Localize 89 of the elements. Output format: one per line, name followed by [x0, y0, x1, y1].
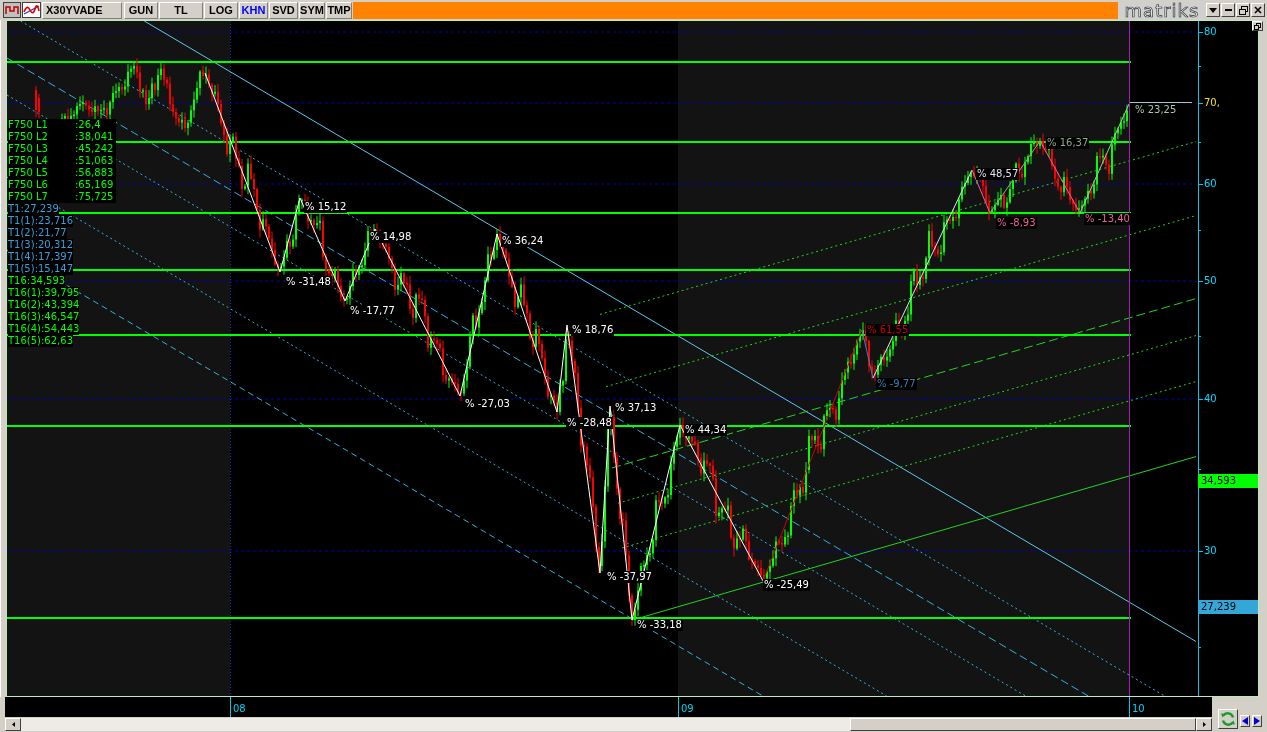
axis-label: 80: [1204, 26, 1217, 38]
level-name: F750 L4: [8, 155, 49, 167]
swing-label: % 15,12: [304, 201, 348, 213]
close-button[interactable]: [1251, 3, 1265, 17]
restore-icon: [1238, 5, 1248, 15]
level-name: F750 L5: [8, 167, 49, 179]
scroll-left-button[interactable]: [5, 718, 21, 731]
swing-label: % 18,76: [571, 324, 615, 336]
level-value: :45,242: [75, 143, 114, 155]
legend-text: T1(3):20,312: [8, 239, 73, 251]
swing-label: % 48,57: [976, 168, 1020, 180]
caret-icon: [1209, 7, 1217, 13]
swing-label: % -17,77: [349, 305, 396, 317]
swing-label: % -31,48: [285, 276, 332, 288]
caret-left-icon: [1242, 717, 1248, 725]
level-value: :38,041: [75, 131, 114, 143]
axis-label: 08: [230, 697, 246, 717]
level-value: :51,063: [75, 155, 114, 167]
refresh-button[interactable]: [1218, 709, 1238, 729]
close-icon: [1254, 6, 1262, 14]
swing-label: % 61,55: [866, 324, 910, 336]
minimize-icon: [1224, 9, 1232, 11]
toolbar-button[interactable]: SVD: [269, 1, 298, 19]
axis-label: 30: [1204, 545, 1217, 557]
toolbar-button[interactable]: GUN: [124, 1, 158, 19]
price-tag: 27,239: [1198, 600, 1258, 614]
caret-right-icon: [1254, 717, 1260, 725]
level-value: :56,883: [75, 167, 114, 179]
swing-label: % -37,97: [606, 571, 653, 583]
legend-text: T1:27,239: [8, 203, 59, 215]
swing-label: % -33,18: [636, 619, 683, 631]
swing-label: % -8,93: [996, 217, 1037, 229]
axis-label: 09: [678, 697, 694, 717]
legend-text: T1(4):17,397: [8, 251, 73, 263]
level-name: F750 L1: [8, 119, 49, 131]
level-name: F750 L6: [8, 179, 49, 191]
square-wave-icon[interactable]: [3, 2, 21, 18]
axis-label: 50: [1204, 275, 1217, 287]
legend-text: T16(2):43,394: [8, 299, 80, 311]
price-tag: 34,593: [1198, 474, 1258, 488]
axis-label: 60: [1204, 178, 1217, 190]
caret-left-icon: [11, 722, 15, 727]
legend-text: T16(4):54,443: [8, 323, 80, 335]
legend-text: T1(2):21,77: [8, 227, 67, 239]
scroll-right-button[interactable]: [1196, 718, 1212, 731]
swing-label: % 16,37: [1046, 137, 1090, 149]
swing-label: % -27,03: [464, 398, 511, 410]
level-name: F750 L7: [8, 191, 49, 203]
symbol-field[interactable]: X30YVADE: [42, 1, 122, 19]
swing-label: % 36,24: [501, 235, 545, 247]
toolbar-button[interactable]: SYM: [299, 1, 325, 19]
level-value: :65,169: [75, 179, 114, 191]
legend-text: T16(1):39,795: [8, 287, 80, 299]
legend-text: T16(3):46,547: [8, 311, 80, 323]
legend-text: T1(5):15,147: [8, 263, 73, 275]
dropdown-button[interactable]: [1206, 3, 1220, 17]
legend-text: T16:34,593: [8, 275, 66, 287]
swing-label: % 44,34: [684, 424, 728, 436]
swing-label: % -25,49: [763, 579, 810, 591]
minimize-button[interactable]: [1221, 3, 1235, 17]
swing-label: % -28,48: [566, 417, 613, 429]
next-button[interactable]: [1252, 715, 1262, 727]
caret-right-icon: [1202, 722, 1206, 727]
wave-chart-icon[interactable]: [22, 2, 41, 18]
level-name: F750 L2: [8, 131, 49, 143]
toolbar-button[interactable]: LOG: [204, 1, 238, 19]
swing-label: % -13,40: [1084, 213, 1131, 225]
swing-label: % 23,25: [1134, 104, 1178, 116]
legend-text: T16(5):62,63: [8, 335, 73, 347]
swing-label: % -9,77: [876, 378, 917, 390]
refresh-icon: [1220, 711, 1236, 727]
scrollbar-thumb[interactable]: [850, 718, 1196, 731]
last-price-label: 70,: [1204, 97, 1220, 109]
legend-text: T1(1):23,716: [8, 215, 73, 227]
last-price-line: [1129, 102, 1193, 103]
toolbar-button[interactable]: KHN: [239, 1, 268, 19]
toolbar-button[interactable]: TL: [159, 1, 203, 19]
axis-label: 40: [1204, 393, 1217, 405]
toolbar-button[interactable]: TMP: [326, 1, 352, 19]
brand-logo: matriks: [1119, 1, 1205, 19]
level-value: :75,725: [75, 191, 114, 203]
previous-button[interactable]: [1240, 715, 1250, 727]
restore-panel-button[interactable]: [1252, 21, 1263, 31]
level-name: F750 L3: [8, 143, 49, 155]
swing-label: % 37,13: [614, 402, 658, 414]
swing-label: % 14,98: [369, 231, 413, 243]
level-value: :26,4: [75, 119, 101, 131]
axis-label: 10: [1129, 697, 1145, 717]
restore-button[interactable]: [1236, 3, 1250, 17]
